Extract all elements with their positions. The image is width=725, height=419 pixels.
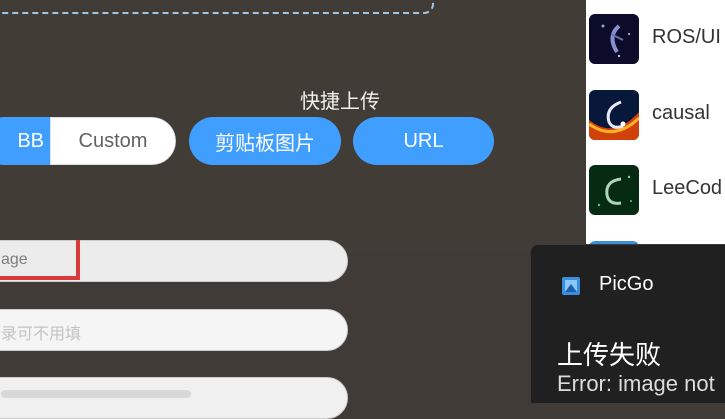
upload-panel: 快捷上传 BB Custom 剪贴板图片 URL — [0, 0, 586, 251]
drop-zone[interactable] — [0, 0, 434, 14]
notification-toast[interactable]: PicGo 上传失败 Error: image not — [530, 244, 725, 404]
list-item[interactable]: LeeCod — [586, 165, 725, 217]
form-field-2[interactable]: 录可不用填 — [0, 309, 348, 351]
thumbnail-image — [589, 90, 639, 140]
thumbnail-image — [589, 14, 639, 64]
list-item[interactable]: causal — [586, 90, 725, 142]
picgo-icon — [562, 277, 580, 295]
image-host-switch[interactable]: BB Custom — [0, 117, 176, 165]
blurred-text — [1, 390, 191, 398]
list-item-label: ROS/UI — [652, 26, 721, 48]
notification-message: Error: image not — [557, 371, 715, 396]
segment-left-option[interactable]: BB — [0, 117, 50, 165]
quick-upload-title: 快捷上传 — [300, 91, 380, 113]
clipboard-upload-button[interactable]: 剪贴板图片 — [189, 117, 341, 165]
list-item-label: causal — [652, 102, 710, 124]
url-upload-button[interactable]: URL — [353, 117, 494, 165]
segment-custom-option[interactable]: Custom — [50, 117, 176, 165]
thumbnail-image — [589, 165, 639, 215]
notification-app-name: PicGo — [599, 273, 654, 295]
form-field-2-placeholder: 录可不用填 — [1, 326, 82, 343]
list-item[interactable]: ROS/UI — [586, 14, 725, 66]
highlight-marker — [0, 240, 80, 280]
list-item-label: LeeCod — [652, 177, 723, 199]
notification-title: 上传失败 — [557, 340, 662, 370]
form-field-3[interactable] — [0, 377, 348, 419]
